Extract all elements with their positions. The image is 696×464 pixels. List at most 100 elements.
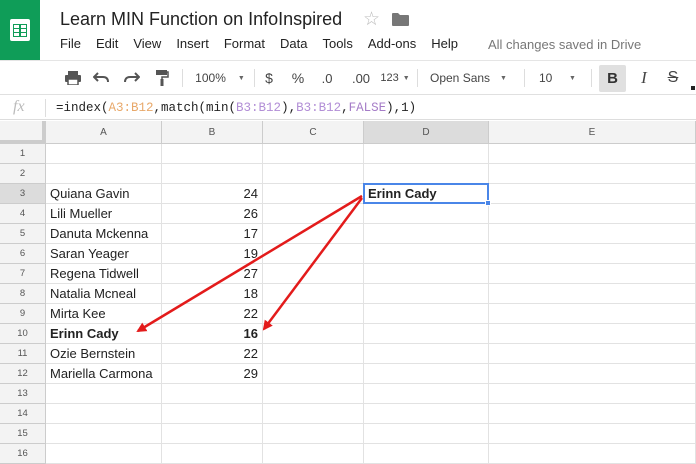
fill-handle[interactable] [485,200,491,206]
column-header-b[interactable]: B [162,121,263,144]
row-header-13[interactable]: 13 [0,384,46,404]
cell-d4[interactable] [364,204,489,224]
cell-d13[interactable] [364,384,489,404]
cell-d16[interactable] [364,444,489,464]
cell-d15[interactable] [364,424,489,444]
cell-c5[interactable] [263,224,364,244]
age-cell[interactable]: 18 [162,284,263,304]
row-header-2[interactable]: 2 [0,164,46,184]
menu-file[interactable]: File [60,36,81,54]
menu-tools[interactable]: Tools [322,36,352,54]
name-cell[interactable]: Mariella Carmona [46,364,162,384]
name-cell[interactable]: Danuta Mckenna [46,224,162,244]
cell-a15[interactable] [46,424,162,444]
cell-a16[interactable] [46,444,162,464]
column-header-d[interactable]: D [364,121,489,144]
row-header-11[interactable]: 11 [0,344,46,364]
cell-c3[interactable] [263,184,364,204]
name-cell[interactable]: Natalia Mcneal [46,284,162,304]
name-cell[interactable]: Saran Yeager [46,244,162,264]
cell-c12[interactable] [263,364,364,384]
cell-c2[interactable] [263,164,364,184]
name-cell[interactable]: Mirta Kee [46,304,162,324]
cell-c14[interactable] [263,404,364,424]
cell-c11[interactable] [263,344,364,364]
cell-d2[interactable] [364,164,489,184]
row-header-16[interactable]: 16 [0,444,46,464]
cell-b1[interactable] [162,144,263,164]
name-cell[interactable]: Regena Tidwell [46,264,162,284]
name-cell[interactable]: Quiana Gavin [46,184,162,204]
currency-format-button[interactable]: $ [259,61,279,95]
cell-d7[interactable] [364,264,489,284]
column-header-a[interactable]: A [46,121,162,144]
print-icon[interactable] [62,61,84,95]
cell-e6[interactable] [489,244,696,264]
cell-b16[interactable] [162,444,263,464]
row-header-12[interactable]: 12 [0,364,46,384]
star-icon[interactable]: ☆ [363,8,380,31]
menu-data[interactable]: Data [280,36,307,54]
cell-e11[interactable] [489,344,696,364]
cell-a14[interactable] [46,404,162,424]
more-formats-button[interactable]: 123 ▼ [378,61,412,95]
cell-a1[interactable] [46,144,162,164]
name-cell[interactable]: Erinn Cady [46,324,162,344]
cell-e4[interactable] [489,204,696,224]
age-cell[interactable]: 22 [162,304,263,324]
font-size-select[interactable]: 10 ▼ [531,61,583,95]
age-cell[interactable]: 29 [162,364,263,384]
cell-b14[interactable] [162,404,263,424]
cell-c15[interactable] [263,424,364,444]
increase-decimal-button[interactable]: .00 [346,61,376,95]
document-title[interactable]: Learn MIN Function on InfoInspired [60,9,342,30]
cell-e15[interactable] [489,424,696,444]
paint-format-icon[interactable] [151,61,173,95]
menu-format[interactable]: Format [224,36,265,54]
menu-help[interactable]: Help [431,36,458,54]
row-header-6[interactable]: 6 [0,244,46,264]
folder-icon[interactable] [392,13,409,26]
strikethrough-button[interactable]: S [662,61,684,95]
cell-b13[interactable] [162,384,263,404]
formula-input[interactable]: =index(A3:B12,match(min(B3:B12),B3:B12,F… [56,101,416,115]
undo-icon[interactable] [90,61,112,95]
cell-e5[interactable] [489,224,696,244]
sheets-logo-icon[interactable] [0,0,40,60]
cell-c6[interactable] [263,244,364,264]
cell-e10[interactable] [489,324,696,344]
row-header-1[interactable]: 1 [0,144,46,164]
row-header-7[interactable]: 7 [0,264,46,284]
cell-c8[interactable] [263,284,364,304]
header-age-cell[interactable] [162,164,263,184]
age-cell[interactable]: 19 [162,244,263,264]
menu-add-ons[interactable]: Add-ons [368,36,416,54]
name-cell[interactable]: Ozie Bernstein [46,344,162,364]
cell-d9[interactable] [364,304,489,324]
cell-c10[interactable] [263,324,364,344]
row-header-10[interactable]: 10 [0,324,46,344]
column-header-c[interactable]: C [263,121,364,144]
age-cell[interactable]: 27 [162,264,263,284]
cell-d8[interactable] [364,284,489,304]
cell-d5[interactable] [364,224,489,244]
cell-d1[interactable] [364,144,489,164]
age-cell[interactable]: 17 [162,224,263,244]
italic-button[interactable]: I [633,61,655,95]
cell-c7[interactable] [263,264,364,284]
percent-format-button[interactable]: % [288,61,308,95]
cell-e12[interactable] [489,364,696,384]
cell-e14[interactable] [489,404,696,424]
cell-d11[interactable] [364,344,489,364]
age-cell[interactable]: 24 [162,184,263,204]
cell-c4[interactable] [263,204,364,224]
age-cell[interactable]: 26 [162,204,263,224]
cell-e3[interactable] [489,184,696,204]
row-header-14[interactable]: 14 [0,404,46,424]
menu-view[interactable]: View [133,36,161,54]
row-header-3[interactable]: 3 [0,184,46,204]
cell-e9[interactable] [489,304,696,324]
cell-e2[interactable] [489,164,696,184]
row-header-15[interactable]: 15 [0,424,46,444]
age-cell[interactable]: 22 [162,344,263,364]
